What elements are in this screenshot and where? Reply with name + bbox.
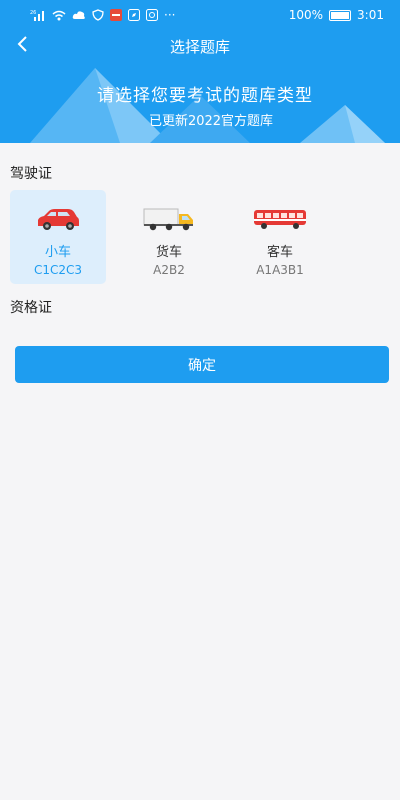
confirm-button[interactable]: 确定 — [15, 346, 389, 383]
browser-icon — [146, 9, 158, 21]
status-left: 26 ··· — [30, 8, 175, 22]
vehicle-options: 小车 C1C2C3 货车 A2B2 客车 A1A3B1 — [10, 190, 328, 284]
option-name: 小车 — [44, 245, 71, 260]
svg-text:26: 26 — [30, 10, 36, 16]
clock: 3:01 — [357, 8, 384, 22]
cloud-icon — [72, 10, 86, 20]
wifi-icon — [52, 10, 66, 21]
section-title-license: 驾驶证 — [10, 166, 52, 182]
option-code: A2B2 — [153, 263, 185, 277]
option-code: A1A3B1 — [256, 263, 304, 277]
battery-percent: 100% — [288, 8, 324, 22]
header: 26 ··· 100% 3:01 选择题库 请选择您要考试的题库类型 已更新20… — [0, 0, 400, 143]
signal-icon: 26 — [30, 9, 46, 21]
status-bar: 26 ··· 100% 3:01 — [0, 0, 400, 30]
more-indicator: ··· — [164, 8, 176, 22]
option-name: 客车 — [266, 245, 293, 260]
nav-bar: 选择题库 — [0, 30, 400, 62]
back-button[interactable] — [8, 32, 36, 60]
bus-icon — [252, 206, 308, 232]
status-right: 100% 3:01 — [289, 8, 384, 22]
battery-icon — [329, 9, 352, 21]
option-name: 货车 — [155, 245, 182, 260]
chevron-left-icon — [16, 35, 28, 57]
section-title-qualification: 资格证 — [10, 300, 52, 316]
option-code: C1C2C3 — [33, 263, 83, 277]
truck-icon — [142, 206, 196, 232]
compass-icon — [128, 9, 140, 21]
car-icon — [35, 206, 81, 232]
page-title: 选择题库 — [169, 37, 230, 56]
option-car[interactable]: 小车 C1C2C3 — [10, 190, 106, 284]
app-notification-icon — [110, 9, 122, 21]
option-truck[interactable]: 货车 A2B2 — [121, 190, 217, 284]
banner-title: 请选择您要考试的题库类型 — [97, 86, 313, 106]
option-bus[interactable]: 客车 A1A3B1 — [232, 190, 328, 284]
banner-subtitle: 已更新2022官方题库 — [148, 114, 274, 129]
shield-icon — [92, 9, 104, 21]
